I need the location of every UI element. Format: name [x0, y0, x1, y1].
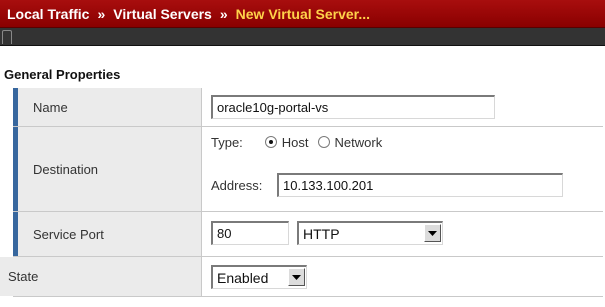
- service-port-input[interactable]: 80: [211, 221, 289, 245]
- destination-address-line: Address:: [211, 175, 262, 195]
- breadcrumb-virtual-servers[interactable]: Virtual Servers: [113, 6, 212, 22]
- breadcrumb-current-page: New Virtual Server...: [235, 5, 371, 22]
- service-port-field-cell: 80 HTTP: [202, 212, 603, 256]
- host-radio-label[interactable]: Host: [282, 135, 309, 150]
- destination-type-line: Type: Host Network: [211, 132, 382, 152]
- section-title: General Properties: [4, 66, 121, 82]
- destination-address-label: Address:: [211, 177, 263, 193]
- service-port-row: Service Port 80 HTTP: [13, 212, 603, 257]
- state-row: State Enabled: [0, 257, 603, 297]
- name-field-cell: oracle10g-portal-vs: [202, 88, 603, 126]
- host-radio-option[interactable]: Host: [264, 135, 309, 150]
- network-radio[interactable]: [317, 136, 330, 148]
- state-field-cell: Enabled: [202, 257, 603, 296]
- state-label: State: [0, 257, 202, 296]
- state-value: Enabled: [217, 269, 269, 286]
- breadcrumb-separator: »: [219, 5, 228, 22]
- chevron-down-icon[interactable]: [424, 224, 441, 242]
- destination-type-label: Type:: [211, 134, 243, 150]
- name-row: Name oracle10g-portal-vs: [13, 88, 603, 127]
- destination-address-input[interactable]: 10.133.100.201: [277, 173, 563, 197]
- chevron-down-icon[interactable]: [288, 268, 305, 286]
- breadcrumb: Local Traffic » Virtual Servers » New Vi…: [0, 0, 605, 28]
- network-radio-option[interactable]: Network: [317, 135, 383, 150]
- host-radio[interactable]: [264, 136, 277, 148]
- name-input[interactable]: oracle10g-portal-vs: [211, 95, 495, 119]
- name-label: Name: [13, 88, 202, 126]
- service-protocol-value: HTTP: [303, 225, 340, 242]
- destination-row: Destination Type: Host Network Address: …: [13, 127, 603, 212]
- network-radio-label[interactable]: Network: [335, 135, 383, 150]
- tab-edge: [2, 30, 12, 44]
- breadcrumb-separator: »: [97, 5, 106, 22]
- destination-label: Destination: [13, 127, 202, 211]
- state-select[interactable]: Enabled: [211, 265, 307, 289]
- destination-field-cell: Type: Host Network Address: 10.133.100.2…: [202, 127, 603, 211]
- tab-bar: [0, 28, 605, 46]
- breadcrumb-local-traffic[interactable]: Local Traffic: [7, 6, 89, 22]
- service-port-label: Service Port: [13, 212, 202, 256]
- service-protocol-select[interactable]: HTTP: [297, 221, 443, 245]
